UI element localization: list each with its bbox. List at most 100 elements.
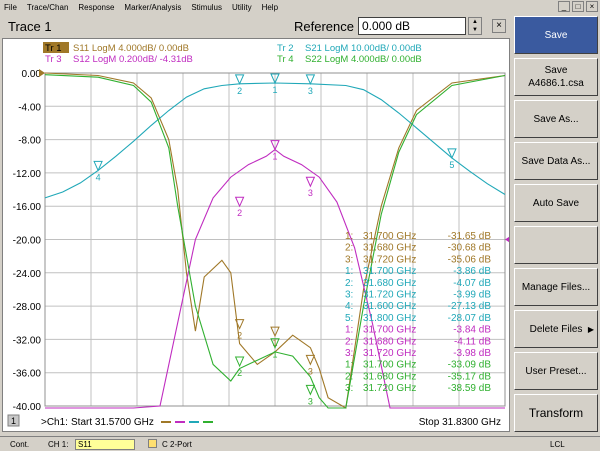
softkey-label: Delete Files bbox=[529, 323, 583, 335]
marker-label: 3 bbox=[308, 86, 313, 96]
window-buttons: _ □ × bbox=[558, 1, 598, 12]
status-sweep-mode: Cont. bbox=[10, 440, 30, 449]
marker-readout-value: -3.86 dB bbox=[453, 266, 491, 277]
close-window-icon[interactable]: × bbox=[586, 1, 598, 12]
marker-label: 2 bbox=[237, 368, 242, 378]
softkey-label: Save A4686.1.csa bbox=[528, 65, 584, 89]
marker-readout-number: 3: bbox=[345, 348, 353, 359]
menu-marker-analysis[interactable]: Marker/Analysis bbox=[124, 3, 181, 12]
reference-level-spinner[interactable]: ▲ ▼ bbox=[468, 17, 482, 35]
softkey-panel: Save Save A4686.1.csa Save As... Save Data … bbox=[512, 14, 600, 436]
marker-label: 4 bbox=[96, 172, 101, 182]
marker-readout-frequency: 31.700 GHz bbox=[363, 231, 416, 242]
softkey-save-as[interactable]: Save As... bbox=[514, 100, 598, 138]
marker-readout-frequency: 31.720 GHz bbox=[363, 290, 416, 301]
marker-label: 2 bbox=[237, 86, 242, 96]
softkey-save[interactable]: Save A4686.1.csa bbox=[514, 58, 598, 96]
marker-readout-value: -30.68 dB bbox=[448, 243, 492, 254]
softkey-label: User Preset... bbox=[525, 365, 587, 377]
trace-title: Trace 1 bbox=[8, 19, 52, 34]
marker-label: 2 bbox=[237, 331, 242, 341]
softkey-transform[interactable]: Transform bbox=[514, 394, 598, 432]
trace-badge-label: Tr 2 bbox=[277, 43, 294, 54]
marker-readout-value: -33.09 dB bbox=[448, 360, 492, 371]
y-tick-label: -24.00 bbox=[13, 269, 42, 280]
marker-readout-value: -35.17 dB bbox=[448, 371, 492, 382]
softkey-save-data-as[interactable]: Save Data As... bbox=[514, 142, 598, 180]
softkey-manage-files[interactable]: Manage Files... bbox=[514, 268, 598, 306]
trace-legend-label: S21 LogM 10.00dB/ 0.00dB bbox=[305, 43, 422, 54]
marker-triangle-icon bbox=[234, 196, 245, 208]
marker-readout-frequency: 31.700 GHz bbox=[363, 325, 416, 336]
marker-triangle-icon bbox=[305, 74, 316, 86]
menu-file[interactable]: File bbox=[4, 3, 17, 12]
trace-title-bar: Trace 1 Reference Level ▲▼ × bbox=[2, 15, 510, 37]
close-icon[interactable]: × bbox=[492, 19, 506, 33]
marker-readout-number: 2: bbox=[345, 336, 353, 347]
trace-badge-label: Tr 3 bbox=[45, 54, 62, 65]
marker-readout-number: 2: bbox=[345, 278, 353, 289]
marker-readout-frequency: 31.700 GHz bbox=[363, 266, 416, 277]
measurement-plot[interactable]: 0.00 -4.00 -8.00 -12.00 -16.00 -20.00 -24.00 -2… bbox=[2, 38, 510, 432]
marker-label: 5 bbox=[449, 160, 454, 170]
softkey-label: Transform bbox=[528, 405, 584, 420]
trace-legend-label: S12 LogM 0.200dB/ -4.31dB bbox=[73, 54, 193, 65]
marker-readout-frequency: 31.680 GHz bbox=[363, 336, 416, 347]
marker-readout-number: 1: bbox=[345, 266, 353, 277]
softkey-delete-files[interactable]: Delete Files ▶ bbox=[514, 310, 598, 348]
marker-triangle-icon bbox=[234, 356, 245, 368]
marker-triangle-icon bbox=[305, 176, 316, 188]
trace-badge-label: Tr 1 bbox=[45, 43, 62, 54]
marker-label: 1 bbox=[272, 85, 277, 95]
menu-help[interactable]: Help bbox=[262, 3, 278, 12]
softkey-label: Save bbox=[544, 29, 568, 41]
marker-readout-value: -3.99 dB bbox=[453, 290, 491, 301]
status-active-trace: S11 bbox=[75, 439, 135, 450]
marker-triangle-icon bbox=[447, 148, 457, 160]
trace-legend-label: S22 LogM 4.000dB/ 0.00dB bbox=[305, 54, 422, 65]
marker-readout-frequency: 31.600 GHz bbox=[363, 301, 416, 312]
marker-readout-number: 2: bbox=[345, 371, 353, 382]
status-port-mode: C 2-Port bbox=[162, 440, 192, 449]
marker-readout-value: -3.98 dB bbox=[453, 348, 491, 359]
softkey-auto-save[interactable]: Auto Save bbox=[514, 184, 598, 222]
marker-readout-frequency: 31.680 GHz bbox=[363, 243, 416, 254]
menu-trace-chan[interactable]: Trace/Chan bbox=[27, 3, 69, 12]
y-tick-label: -4.00 bbox=[18, 102, 41, 113]
softkey-user-preset[interactable]: User Preset... bbox=[514, 352, 598, 390]
marker-label: 3 bbox=[308, 366, 313, 376]
y-tick-label: -28.00 bbox=[13, 302, 42, 313]
marker-readout-frequency: 31.800 GHz bbox=[363, 313, 416, 324]
marker-readout-number: 4: bbox=[345, 301, 353, 312]
y-tick-label: -40.00 bbox=[13, 402, 42, 413]
x-start-label: Start 31.5700 GHz bbox=[71, 417, 154, 428]
marker-readout-value: -28.07 dB bbox=[448, 313, 492, 324]
menu-utility[interactable]: Utility bbox=[232, 3, 252, 12]
trace-chart: 0.00 -4.00 -8.00 -12.00 -16.00 -20.00 -24.00 -2… bbox=[7, 42, 509, 428]
marker-triangle-icon bbox=[305, 384, 316, 396]
maximize-icon[interactable]: □ bbox=[572, 1, 584, 12]
softkey-label: Auto Save bbox=[532, 197, 580, 209]
marker-readout-value: -4.11 dB bbox=[454, 336, 491, 347]
minimize-icon[interactable]: _ bbox=[558, 1, 570, 12]
marker-label: 1 bbox=[272, 350, 277, 360]
y-tick-label: -32.00 bbox=[13, 335, 42, 346]
submenu-arrow-icon: ▶ bbox=[587, 324, 594, 334]
reference-marker-icon bbox=[505, 236, 509, 243]
marker-triangle-icon bbox=[305, 354, 316, 366]
softkey-blank[interactable] bbox=[514, 226, 598, 264]
marker-readout-number: 1: bbox=[345, 231, 353, 242]
marker-readout-value: -31.65 dB bbox=[448, 231, 492, 242]
status-indicator-icon bbox=[148, 439, 157, 448]
reference-level-input[interactable] bbox=[358, 17, 466, 35]
marker-readout-frequency: 31.680 GHz bbox=[363, 278, 416, 289]
y-tick-label: -20.00 bbox=[13, 236, 42, 247]
marker-readout-frequency: 31.720 GHz bbox=[363, 348, 416, 359]
marker-readout-number: 3: bbox=[345, 254, 353, 265]
marker-readout-frequency: 31.680 GHz bbox=[363, 371, 416, 382]
softkey-save[interactable]: Save bbox=[514, 16, 598, 54]
channel-label: >Ch1: bbox=[41, 417, 68, 428]
menu-stimulus[interactable]: Stimulus bbox=[191, 3, 222, 12]
menu-response[interactable]: Response bbox=[78, 3, 114, 12]
marker-readout-value: -3.84 dB bbox=[453, 325, 491, 336]
